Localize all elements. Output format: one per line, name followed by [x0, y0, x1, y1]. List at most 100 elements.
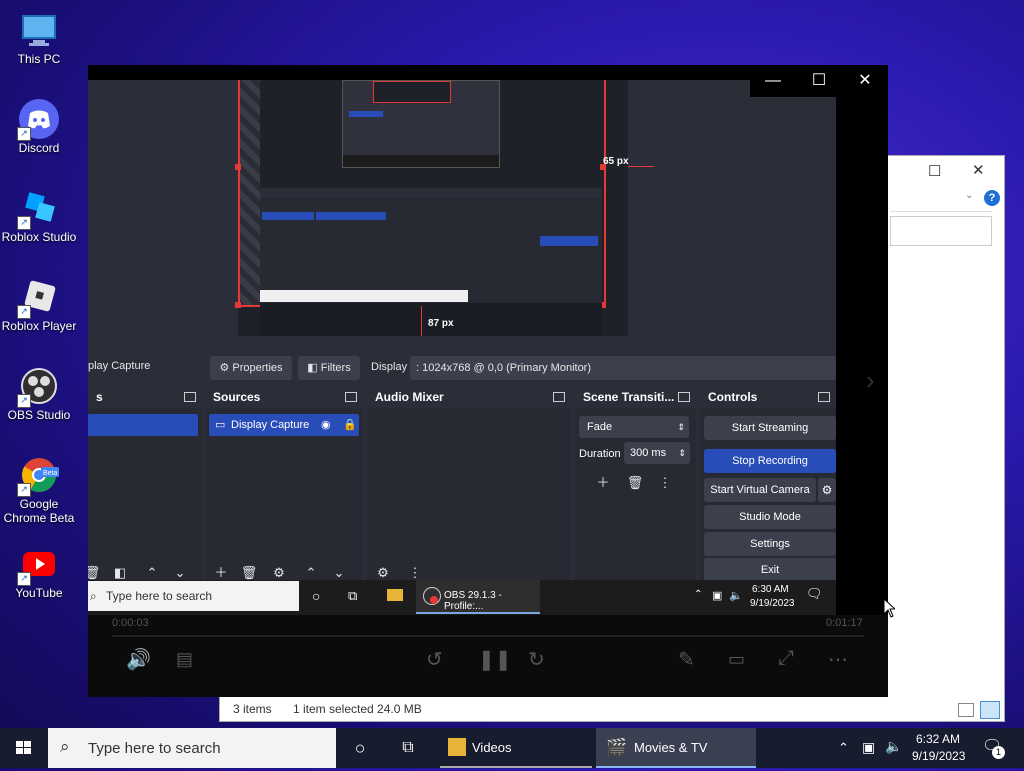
clock-date[interactable]: 9/19/2023 — [912, 749, 965, 763]
network-icon[interactable]: ▣ — [862, 739, 875, 756]
start-virtual-camera-button[interactable]: Start Virtual Camera — [704, 478, 816, 502]
this-pc-icon — [19, 10, 59, 50]
taskbar-item-label: Videos — [472, 740, 512, 755]
shortcut-arrow-icon: ↗ — [17, 305, 31, 319]
task-view-icon[interactable]: ⧉ — [388, 728, 428, 768]
dock-undock-icon[interactable] — [345, 392, 357, 402]
search-icon: ⌕ — [90, 589, 97, 603]
exit-button[interactable]: Exit — [704, 558, 836, 582]
seek-bar[interactable] — [112, 635, 864, 637]
status-item-count: 3 items — [233, 702, 272, 716]
desktop-icon-roblox-studio[interactable]: ↗ Roblox Studio — [0, 180, 78, 244]
desktop-icon-label: Roblox Studio — [1, 230, 77, 244]
help-icon[interactable]: ? — [984, 190, 1000, 206]
taskbar-search-box[interactable]: ⌕ Type here to search — [48, 728, 336, 768]
desktop-icon-label: Google Chrome Beta — [3, 497, 75, 525]
resize-handle[interactable] — [235, 302, 241, 308]
nested-scene — [262, 212, 314, 220]
file-explorer-icon — [387, 589, 403, 601]
large-icons-view-icon[interactable] — [980, 701, 1000, 719]
nested-search — [260, 290, 468, 302]
stop-recording-button[interactable]: Stop Recording — [704, 449, 836, 473]
chevron-down-icon[interactable]: ⌄ — [965, 190, 973, 201]
chevron-up-icon[interactable]: ⌃ — [838, 740, 849, 756]
desktop-icon-chrome-beta[interactable]: Beta ↗ Google Chrome Beta — [0, 447, 78, 525]
shortcut-arrow-icon: ↗ — [17, 216, 31, 230]
selected-scene-item[interactable] — [88, 414, 198, 436]
more-options-icon[interactable]: ⋮ — [655, 474, 675, 492]
dock-undock-icon[interactable] — [553, 392, 565, 402]
desktop-icon-discord[interactable]: ↗ Discord — [0, 91, 78, 155]
start-button[interactable] — [0, 728, 48, 768]
desktop-icon-label: Roblox Player — [1, 319, 77, 333]
nested-source — [316, 212, 386, 220]
properties-button[interactable]: ⚙ Properties — [210, 356, 292, 380]
skip-back-10-icon[interactable]: ↺ — [426, 647, 443, 672]
filters-button[interactable]: ◧ Filters — [298, 356, 360, 380]
lock-icon[interactable]: 🔒 — [343, 414, 357, 436]
minimize-icon[interactable]: — — [750, 65, 796, 97]
volume-icon[interactable]: 🔊 — [126, 647, 151, 672]
duration-value: 300 ms — [630, 447, 667, 459]
scene-transitions-dock: Scene Transiti... Fade ⇕ Duration 300 ms ⇕… — [575, 386, 696, 600]
svg-text:Beta: Beta — [43, 470, 58, 477]
dock-undock-icon[interactable] — [184, 392, 196, 402]
scenes-dock: s 🗑 ◧ ⌃ ⌄ — [88, 386, 202, 600]
discord-icon: ↗ — [17, 99, 59, 141]
roblox-studio-icon: ↗ — [17, 188, 59, 230]
roblox-player-icon: ↗ — [17, 277, 59, 319]
maximize-icon[interactable]: ☐ — [796, 65, 842, 97]
fullscreen-icon[interactable]: ⤢ — [778, 647, 794, 670]
windows-logo-icon — [16, 741, 31, 754]
dock-undock-icon[interactable] — [678, 392, 690, 402]
captured-obs-taskbar-item: OBS 29.1.3 - Profile:... — [416, 580, 540, 614]
desktop-icon-youtube[interactable]: ↗ YouTube — [0, 536, 78, 600]
visibility-eye-icon[interactable]: ◉ — [321, 414, 331, 436]
captured-search-placeholder: Type here to search — [106, 589, 213, 603]
display-select[interactable]: : 1024x768 @ 0,0 (Primary Monitor) — [410, 356, 836, 380]
source-name: play Capture — [88, 360, 151, 372]
details-view-icon[interactable] — [958, 703, 974, 717]
close-icon[interactable]: ✕ — [842, 65, 888, 97]
source-item-display-capture[interactable]: ▭ Display Capture ◉ 🔒 — [209, 414, 359, 436]
clock-time[interactable]: 6:32 AM — [916, 732, 960, 746]
studio-mode-button[interactable]: Studio Mode — [704, 505, 836, 529]
virtual-camera-gear-icon[interactable]: ⚙ — [818, 478, 836, 502]
edit-pen-icon[interactable]: ✎ — [678, 647, 695, 672]
add-icon[interactable]: ＋ — [593, 474, 613, 492]
desktop-icon-label: OBS Studio — [7, 408, 71, 422]
time-remaining: 0:01:17 — [826, 617, 863, 629]
transition-select[interactable]: Fade ⇕ — [579, 416, 689, 438]
resize-handle[interactable] — [235, 164, 241, 170]
shortcut-arrow-icon: ↗ — [17, 483, 31, 497]
pause-icon[interactable]: ❚❚ — [478, 647, 512, 672]
mini-view-icon[interactable]: ▭ — [728, 649, 745, 670]
ruler-label-right: 65 px — [603, 156, 629, 167]
close-icon[interactable]: ✕ — [972, 161, 985, 179]
obs-capture-frame: 65 px 87 px play Capture ⚙ Properties ◧ … — [88, 80, 836, 615]
trash-icon[interactable]: 🗑 — [625, 474, 645, 492]
taskbar-item-videos[interactable]: Videos — [440, 728, 592, 768]
action-center-button[interactable]: 🗨 1 — [982, 736, 1008, 760]
duration-label: Duration — [579, 448, 621, 460]
duration-input[interactable]: 300 ms ⇕ — [624, 442, 690, 464]
volume-muted-icon[interactable]: 🔈 — [885, 738, 902, 755]
shortcut-arrow-icon: ↗ — [17, 572, 31, 586]
maximize-icon[interactable]: ☐ — [928, 162, 941, 180]
next-arrow-icon[interactable]: › — [866, 365, 875, 396]
desktop-icon-roblox-player[interactable]: ↗ Roblox Player — [0, 269, 78, 333]
taskbar-item-movies-tv[interactable]: 🎬 Movies & TV — [596, 728, 756, 768]
settings-button[interactable]: Settings — [704, 532, 836, 556]
desktop-icon-obs-studio[interactable]: ↗ OBS Studio — [0, 358, 78, 422]
skip-forward-30-icon[interactable]: ↻ — [528, 647, 545, 672]
cortana-icon[interactable]: ○ — [340, 728, 380, 768]
start-streaming-button[interactable]: Start Streaming — [704, 416, 836, 440]
subtitles-icon[interactable]: ▤ — [176, 649, 193, 670]
movies-tv-window[interactable]: 65 px 87 px play Capture ⚙ Properties ◧ … — [88, 65, 888, 697]
movies-tv-icon: 🎬 — [606, 738, 628, 757]
dock-undock-icon[interactable] — [818, 392, 830, 402]
player-title-bar-controls: — ☐ ✕ — [750, 65, 888, 97]
explorer-search-box[interactable] — [890, 216, 992, 246]
desktop-icon-this-pc[interactable]: This PC — [0, 2, 78, 66]
more-options-icon[interactable]: ⋯ — [828, 647, 848, 672]
